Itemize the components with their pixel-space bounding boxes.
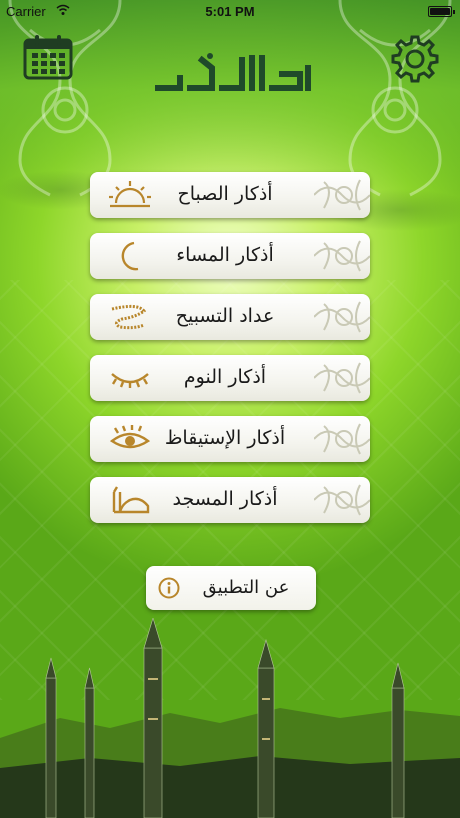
arabesque-decoration-icon <box>314 484 370 516</box>
gear-icon[interactable] <box>390 34 440 84</box>
about-app-label: عن التطبيق <box>202 577 290 598</box>
menu-item-label: عداد التسبيح <box>175 305 275 327</box>
menu-item-mosque-adhkar[interactable]: أذكار المسجد <box>90 477 370 523</box>
menu-item-morning-adhkar[interactable]: أذكار الصباح <box>90 172 370 218</box>
battery-icon <box>428 6 455 17</box>
menu-item-tasbih-counter[interactable]: عداد التسبيح <box>90 294 370 340</box>
arabesque-decoration-icon <box>314 362 370 394</box>
menu-item-label: أذكار النوم <box>183 366 267 388</box>
status-bar: Carrier 5:01 PM <box>0 0 460 24</box>
info-icon <box>158 577 180 599</box>
menu-item-evening-adhkar[interactable]: أذكار المساء <box>90 233 370 279</box>
left-ornament <box>8 0 122 197</box>
arabesque-decoration-icon <box>314 179 370 211</box>
menu-item-sleep-adhkar[interactable]: أذكار النوم <box>90 355 370 401</box>
menu-item-label: أذكار المساء <box>176 244 274 266</box>
right-ornament <box>338 0 452 197</box>
minarets-skyline <box>0 618 460 818</box>
menu-item-label: أذكار المسجد <box>172 488 278 510</box>
arabesque-decoration-icon <box>314 240 370 272</box>
menu-item-label: أذكار الإستيقاظ <box>164 427 286 449</box>
arabesque-decoration-icon <box>314 423 370 455</box>
status-time: 5:01 PM <box>205 4 255 19</box>
calendar-icon[interactable] <box>22 34 74 80</box>
app-logo <box>155 53 311 91</box>
menu-item-label: أذكار الصباح <box>177 183 273 205</box>
arabesque-decoration-icon <box>314 301 370 333</box>
about-app-button[interactable]: عن التطبيق <box>146 566 316 610</box>
menu-item-waking-adhkar[interactable]: أذكار الإستيقاظ <box>90 416 370 462</box>
